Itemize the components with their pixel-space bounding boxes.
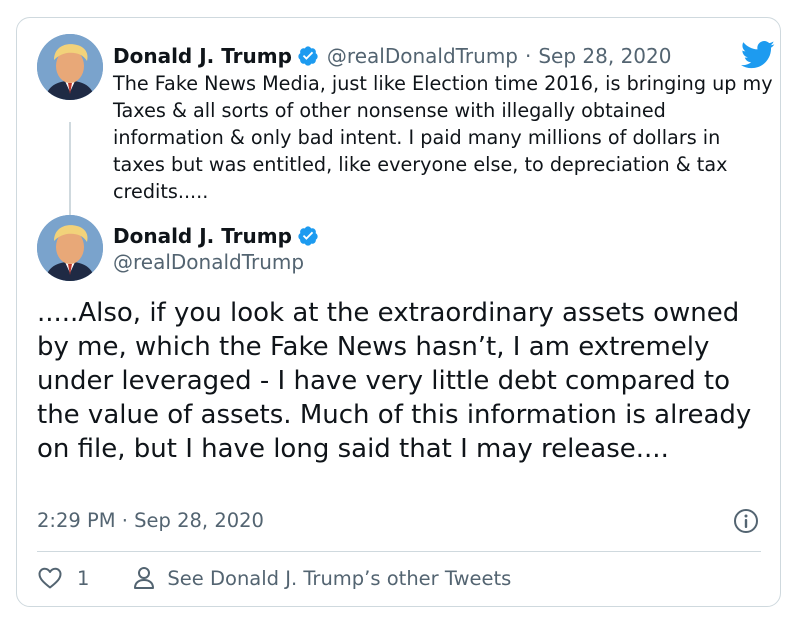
main-avatar[interactable] <box>37 215 103 281</box>
twitter-bird-icon[interactable] <box>741 40 775 70</box>
like-button[interactable]: 1 <box>37 566 89 590</box>
main-tweet-text: .....Also, if you look at the extraordin… <box>37 298 752 464</box>
verified-badge-icon <box>297 45 319 67</box>
main-handle[interactable]: @realDonaldTrump <box>113 250 304 274</box>
tweet-actions: 1 See Donald J. Trump’s other Tweets <box>37 563 511 593</box>
like-count: 1 <box>77 566 90 590</box>
verified-badge-icon <box>297 225 319 247</box>
see-other-tweets-link[interactable]: See Donald J. Trump’s other Tweets <box>133 566 511 590</box>
person-icon <box>134 567 155 589</box>
parent-date[interactable]: Sep 28, 2020 <box>538 44 671 68</box>
avatar-portrait-image <box>37 215 103 281</box>
avatar-portrait-image <box>37 34 103 100</box>
main-author-name[interactable]: Donald J. Trump <box>113 224 292 248</box>
heart-icon <box>38 567 62 589</box>
thread-connector-line <box>69 122 71 222</box>
parent-tweet-header: Donald J. Trump @realDonaldTrump · Sep 2… <box>113 40 713 72</box>
see-other-tweets-label: See Donald J. Trump’s other Tweets <box>167 566 512 590</box>
tweet-embed-card: Donald J. Trump @realDonaldTrump · Sep 2… <box>16 17 781 607</box>
parent-avatar[interactable] <box>37 34 103 100</box>
meta-separator: · <box>525 44 532 68</box>
parent-author-name[interactable]: Donald J. Trump <box>113 44 292 68</box>
divider <box>37 551 761 552</box>
tweet-timestamp[interactable]: 2:29 PM · Sep 28, 2020 <box>37 509 264 532</box>
info-icon[interactable] <box>733 508 759 534</box>
parent-handle[interactable]: @realDonaldTrump <box>327 44 518 68</box>
main-tweet-header: Donald J. Trump <box>113 220 327 252</box>
parent-tweet-text: The Fake News Media, just like Election … <box>113 72 773 203</box>
